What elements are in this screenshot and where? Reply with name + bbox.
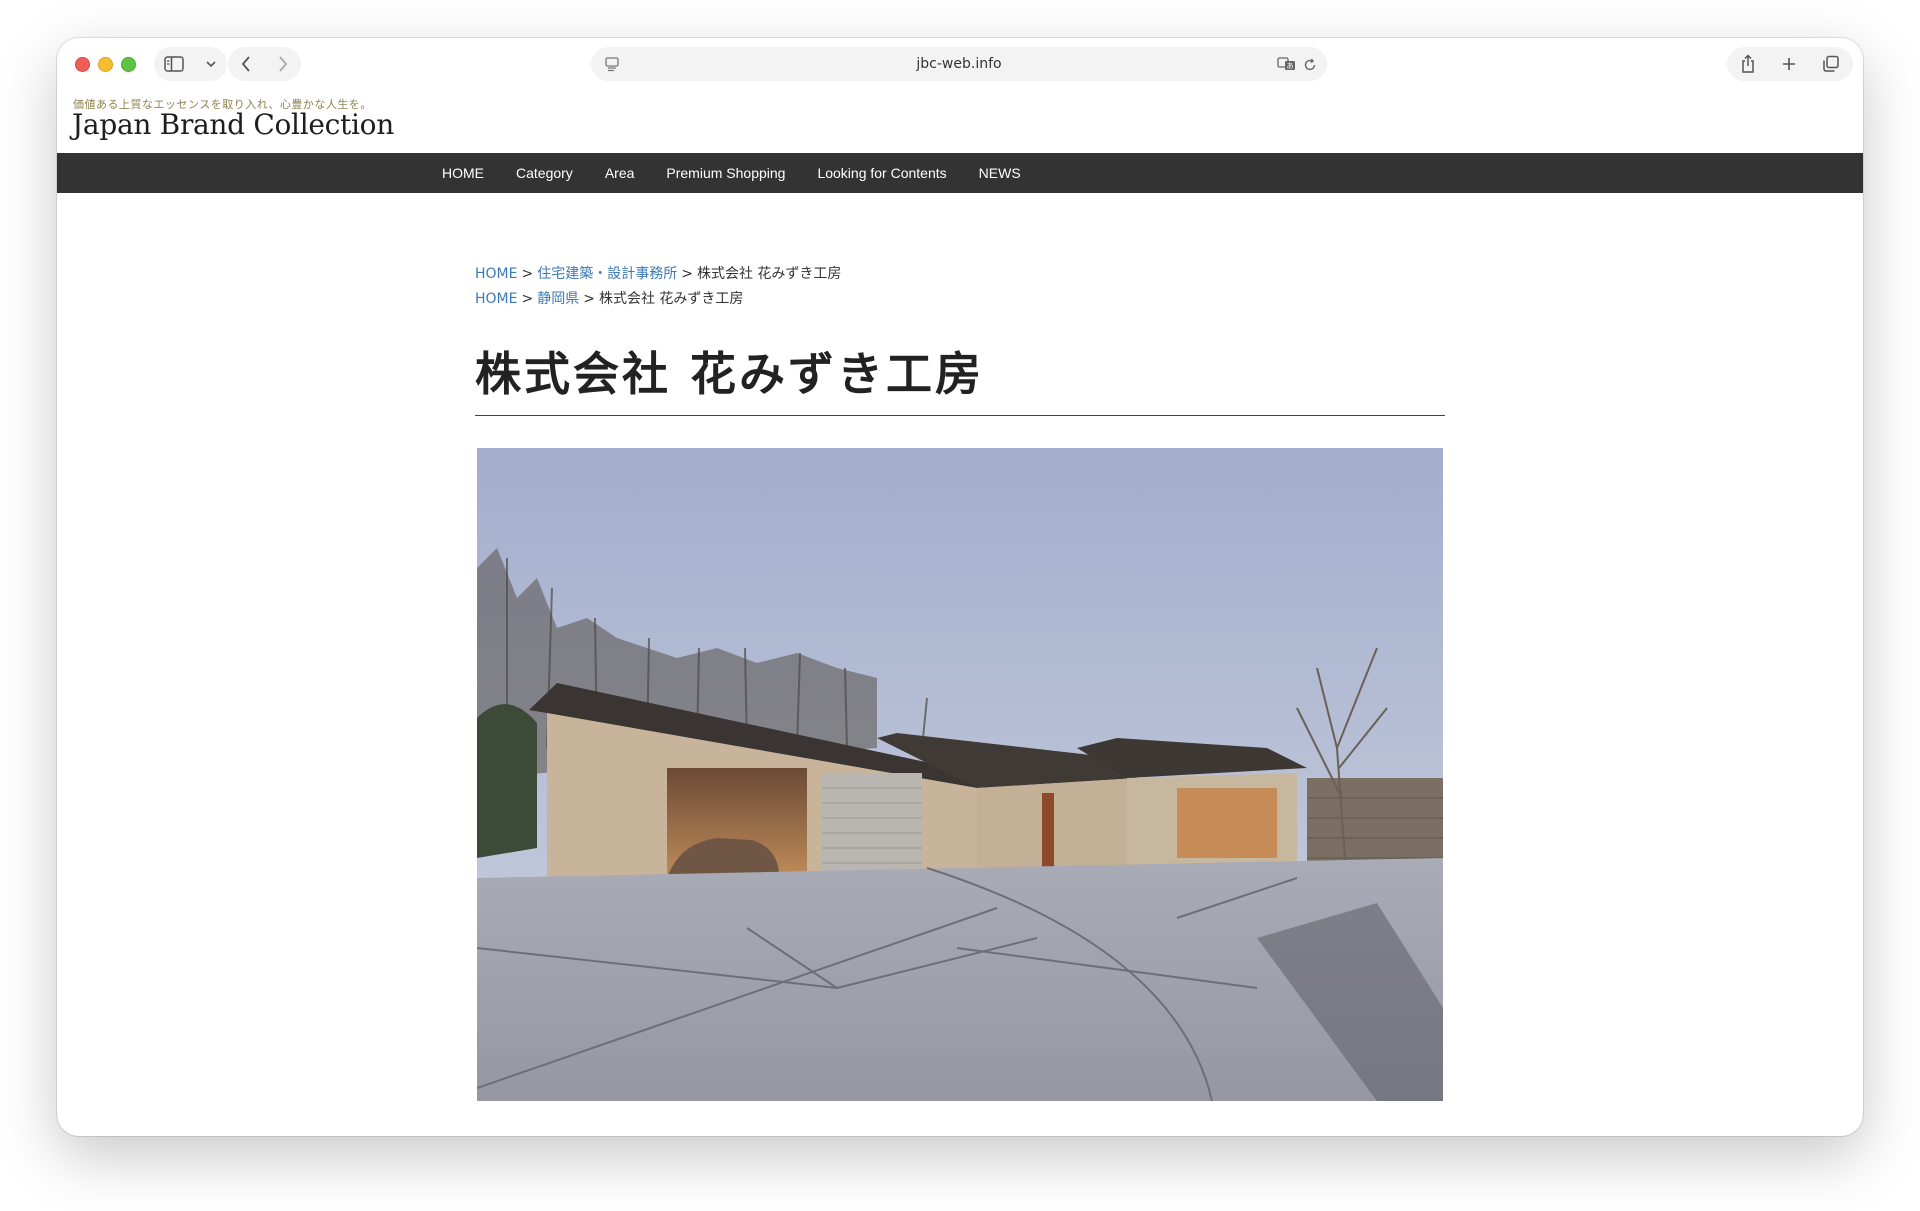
share-icon[interactable]: [1740, 54, 1756, 74]
breadcrumb-separator: >: [681, 266, 693, 282]
breadcrumb-current: 株式会社 花みずき工房: [696, 266, 842, 282]
translate-icon[interactable]: あ: [1277, 56, 1297, 76]
url-text: jbc-web.info: [916, 56, 1002, 72]
tab-overview-icon[interactable]: [1822, 55, 1840, 73]
back-arrow-icon[interactable]: [240, 55, 252, 73]
sidebar-icon[interactable]: [164, 56, 184, 72]
forward-arrow-icon[interactable]: [277, 55, 289, 73]
reload-icon[interactable]: [1303, 57, 1317, 76]
breadcrumb-separator: >: [521, 291, 534, 307]
page-title: 株式会社 花みずき工房: [475, 347, 985, 401]
breadcrumb-separator: >: [521, 266, 534, 282]
nav-item-looking-for-contents[interactable]: Looking for Contents: [817, 165, 946, 181]
breadcrumb-area-link[interactable]: 静岡県: [537, 291, 579, 307]
divider: [475, 415, 1445, 416]
browser-toolbar: jbc-web.info あ: [57, 38, 1863, 90]
nav-item-home[interactable]: HOME: [442, 165, 484, 181]
nav-item-news[interactable]: NEWS: [979, 165, 1021, 181]
hero-image: [477, 448, 1443, 1101]
nav-item-premium-shopping[interactable]: Premium Shopping: [666, 165, 785, 181]
chevron-down-icon[interactable]: [205, 59, 217, 69]
breadcrumb: HOME > 静岡県 > 株式会社 花みずき工房: [475, 288, 743, 308]
breadcrumb-home-link[interactable]: HOME: [475, 266, 517, 282]
new-tab-icon[interactable]: [1781, 56, 1797, 72]
browser-window: jbc-web.info あ 価値ある上質なエッセンスを取り入れ、心豊かな人生を…: [57, 38, 1863, 1136]
close-window-button[interactable]: [75, 57, 90, 72]
address-bar[interactable]: jbc-web.info あ: [591, 47, 1327, 81]
nav-item-category[interactable]: Category: [516, 165, 573, 181]
toolbar-actions: [1727, 47, 1853, 81]
breadcrumb-category-link[interactable]: 住宅建築・設計事務所: [537, 266, 677, 282]
site-logo[interactable]: Japan Brand Collection: [72, 108, 394, 141]
zoom-window-button[interactable]: [121, 57, 136, 72]
breadcrumb-current: 株式会社 花みずき工房: [598, 291, 744, 307]
breadcrumb-home-link[interactable]: HOME: [475, 291, 517, 307]
history-navigation: [228, 47, 301, 81]
minimize-window-button[interactable]: [98, 57, 113, 72]
breadcrumb: HOME > 住宅建築・設計事務所 > 株式会社 花みずき工房: [475, 263, 841, 283]
sidebar-toggle[interactable]: [154, 47, 227, 81]
nav-item-area[interactable]: Area: [605, 165, 635, 181]
main-navigation: HOME Category Area Premium Shopping Look…: [57, 153, 1863, 193]
breadcrumb-separator: >: [583, 291, 595, 307]
svg-text:あ: あ: [1287, 62, 1294, 70]
